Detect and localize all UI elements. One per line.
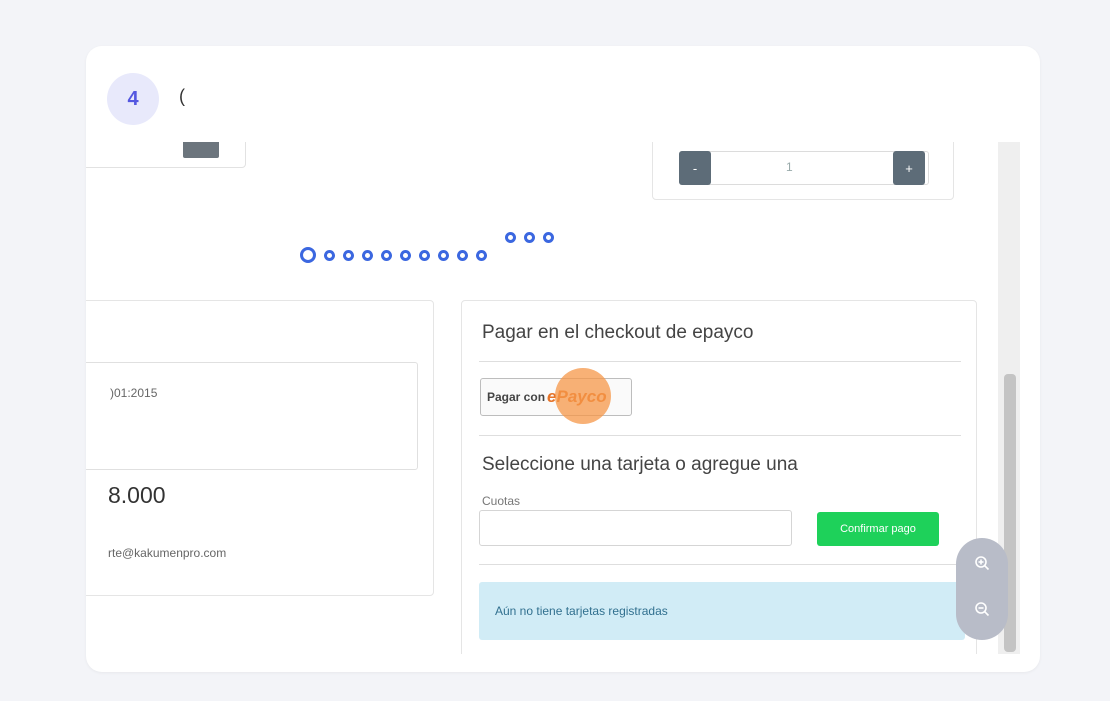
step-header: 4 (	[86, 46, 1040, 142]
cuotas-label: Cuotas	[482, 494, 521, 508]
loading-dot	[300, 247, 316, 263]
loading-dot	[524, 232, 535, 243]
loading-dot	[324, 250, 335, 261]
loading-dot	[419, 250, 430, 261]
loading-dot	[438, 250, 449, 261]
confirm-payment-button[interactable]: Confirmar pago	[817, 512, 939, 546]
order-total: 8.000	[108, 482, 166, 508]
zoom-out-icon[interactable]	[970, 597, 994, 621]
loading-dot	[476, 250, 487, 261]
step-number-badge: 4	[107, 73, 159, 125]
click-highlight	[555, 368, 611, 424]
loading-dot	[343, 250, 354, 261]
support-email: rte@kakumenpro.com	[108, 546, 227, 560]
no-cards-alert: Aún no tiene tarjetas registradas	[479, 582, 965, 640]
step-card: 4 ( - 1 + )01:2015 8.000 rte@kakumenpro.…	[86, 46, 1040, 672]
loading-dot	[400, 250, 411, 261]
card-section-title: Seleccione una tarjeta o agregue una	[482, 454, 798, 475]
quantity-stepper[interactable]	[679, 151, 929, 185]
loading-dot	[543, 232, 554, 243]
divider	[479, 435, 961, 436]
screenshot-view: - 1 + )01:2015 8.000 rte@kakumenpro.com …	[86, 142, 1020, 654]
zoom-in-icon[interactable]	[970, 551, 994, 575]
divider	[479, 361, 961, 362]
divider	[479, 564, 965, 565]
cuotas-field[interactable]	[479, 510, 792, 546]
product-details-box	[86, 362, 418, 470]
loading-dot	[457, 250, 468, 261]
step-text: (	[179, 86, 185, 106]
decrease-quantity-button[interactable]: -	[679, 151, 711, 185]
epayco-button-prefix: Pagar con	[487, 390, 546, 404]
loading-dot	[381, 250, 392, 261]
left-select-button[interactable]	[183, 142, 219, 158]
increase-quantity-button[interactable]: +	[893, 151, 925, 185]
loading-dot	[362, 250, 373, 261]
product-description: )01:2015	[110, 386, 158, 400]
left-select-field[interactable]	[86, 142, 246, 168]
checkout-title: Pagar en el checkout de epayco	[482, 322, 754, 343]
loading-dot	[505, 232, 516, 243]
quantity-value: 1	[786, 160, 793, 174]
